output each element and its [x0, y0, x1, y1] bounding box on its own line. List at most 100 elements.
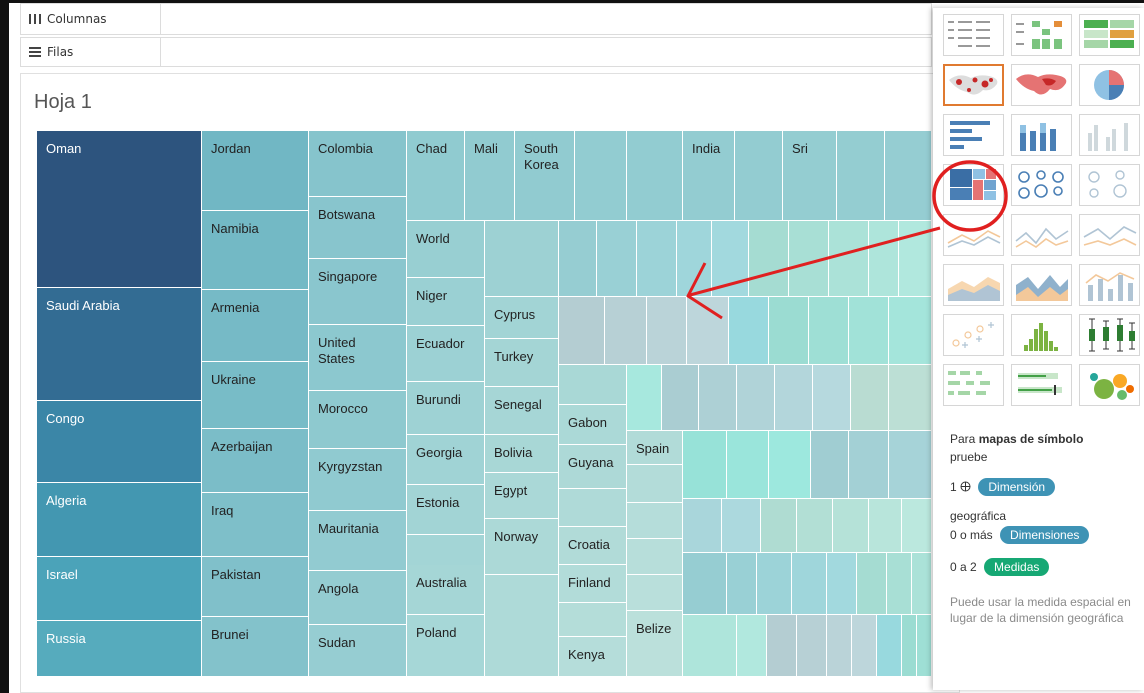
symbol-map-thumb[interactable]: [943, 64, 1004, 106]
treemap-cell[interactable]: [749, 221, 789, 297]
rows-shelf[interactable]: Filas: [20, 37, 932, 67]
treemap-cell[interactable]: [889, 365, 932, 431]
treemap-cell[interactable]: [769, 431, 811, 499]
histogram-thumb[interactable]: [1011, 314, 1072, 356]
treemap-cell[interactable]: [662, 365, 699, 431]
treemap-cell[interactable]: [852, 615, 877, 677]
treemap-cell[interactable]: [683, 615, 737, 677]
treemap-cell-singapore[interactable]: Singapore: [309, 259, 407, 325]
treemap-cell-turkey[interactable]: Turkey: [485, 339, 559, 387]
treemap-cell[interactable]: [889, 297, 932, 365]
treemap-cell-iraq[interactable]: Iraq: [202, 493, 309, 557]
treemap-cell[interactable]: [647, 297, 687, 365]
treemap-cell[interactable]: [829, 221, 869, 297]
treemap-cell[interactable]: [712, 221, 749, 297]
stacked-bars-thumb[interactable]: [1011, 114, 1072, 156]
treemap-cell-kyrgyzstan[interactable]: Kyrgyzstan: [309, 449, 407, 511]
discrete-lines-thumb[interactable]: [1011, 214, 1072, 256]
treemap-cell[interactable]: [813, 365, 851, 431]
treemap-cell-armenia[interactable]: Armenia: [202, 290, 309, 362]
treemap-cell-egypt[interactable]: Egypt: [485, 473, 559, 519]
treemap-cell[interactable]: [627, 465, 683, 503]
treemap-cell[interactable]: [727, 553, 757, 615]
treemap-cell-azerbaijan[interactable]: Azerbaijan: [202, 429, 309, 493]
treemap-cell[interactable]: [627, 539, 683, 575]
treemap-cell-us[interactable]: United States: [309, 325, 407, 391]
treemap-cell-senegal[interactable]: Senegal: [485, 387, 559, 435]
treemap-cell-mauritania[interactable]: Mauritania: [309, 511, 407, 571]
treemap-cell[interactable]: [849, 431, 889, 499]
treemap-cell-angola[interactable]: Angola: [309, 571, 407, 625]
scatter-plot-thumb[interactable]: [943, 314, 1004, 356]
treemap-cell[interactable]: [559, 297, 605, 365]
treemap-cell-algeria[interactable]: Algeria: [37, 483, 202, 557]
treemap-cell-guyana[interactable]: Guyana: [559, 445, 627, 489]
treemap-cell-gabon[interactable]: Gabon: [559, 405, 627, 445]
treemap-cell[interactable]: [869, 221, 899, 297]
treemap-cell[interactable]: [851, 365, 889, 431]
treemap-cell-chad[interactable]: Chad: [407, 131, 465, 221]
treemap-cell-australia[interactable]: Australia: [407, 565, 485, 615]
treemap-cell-sri[interactable]: Sri: [783, 131, 837, 221]
treemap-cell-colombia[interactable]: Colombia: [309, 131, 407, 197]
treemap-cell[interactable]: [857, 553, 887, 615]
treemap-cell[interactable]: [735, 131, 783, 221]
treemap-cell-congo[interactable]: Congo: [37, 401, 202, 483]
treemap-cell[interactable]: [727, 431, 769, 499]
dual-combination-thumb[interactable]: [1079, 264, 1140, 306]
columns-shelf[interactable]: Columnas: [20, 3, 932, 35]
treemap-cell-croatia[interactable]: Croatia: [559, 527, 627, 565]
treemap-cell[interactable]: [827, 553, 857, 615]
bullet-graph-thumb[interactable]: [1011, 364, 1072, 406]
treemap-thumb[interactable]: [943, 164, 1004, 206]
treemap-cell[interactable]: [827, 615, 852, 677]
treemap-cell[interactable]: [699, 365, 737, 431]
treemap-cell[interactable]: [485, 575, 559, 677]
treemap-cell[interactable]: [683, 553, 727, 615]
treemap-cell-sudan[interactable]: Sudan: [309, 625, 407, 677]
side-by-side-bars-thumb[interactable]: [1079, 114, 1140, 156]
treemap-cell[interactable]: [912, 553, 932, 615]
treemap-cell[interactable]: [917, 615, 932, 677]
treemap-cell[interactable]: [627, 131, 683, 221]
treemap-cell-oman[interactable]: Oman: [37, 131, 202, 288]
treemap-cell-russia[interactable]: Russia: [37, 621, 202, 677]
treemap-cell[interactable]: [729, 297, 769, 365]
text-table-thumb[interactable]: [943, 14, 1004, 56]
treemap-cell[interactable]: [887, 553, 912, 615]
treemap-cell[interactable]: [737, 365, 775, 431]
packed-bubbles-thumb[interactable]: [1079, 364, 1140, 406]
treemap-cell-poland[interactable]: Poland: [407, 615, 485, 677]
treemap-cell-burundi[interactable]: Burundi: [407, 382, 485, 435]
filled-map-thumb[interactable]: [1011, 64, 1072, 106]
treemap-cell-botswana[interactable]: Botswana: [309, 197, 407, 259]
treemap-cell[interactable]: [797, 615, 827, 677]
area-discrete-thumb[interactable]: [1011, 264, 1072, 306]
box-plot-thumb[interactable]: [1079, 314, 1140, 356]
treemap-cell[interactable]: [899, 221, 932, 297]
treemap-cell[interactable]: [637, 221, 677, 297]
treemap-cell[interactable]: [902, 615, 917, 677]
treemap-cell[interactable]: [597, 221, 637, 297]
treemap-cell[interactable]: [809, 297, 849, 365]
treemap-cell-kenya[interactable]: Kenya: [559, 637, 627, 677]
treemap-cell-cyprus[interactable]: Cyprus: [485, 297, 559, 339]
treemap-cell[interactable]: [687, 297, 729, 365]
pie-chart-thumb[interactable]: [1079, 64, 1140, 106]
treemap-cell[interactable]: [559, 489, 627, 527]
treemap-cell[interactable]: [797, 499, 833, 553]
treemap-cell[interactable]: [902, 499, 932, 553]
treemap-cell[interactable]: [575, 131, 627, 221]
treemap-cell[interactable]: [849, 297, 889, 365]
treemap-cell-pakistan[interactable]: Pakistan: [202, 557, 309, 617]
treemap-chart[interactable]: Oman Saudi Arabia Congo Algeria Israel Russia…: [37, 131, 932, 677]
treemap-cell[interactable]: [775, 365, 813, 431]
treemap-cell-jordan[interactable]: Jordan: [202, 131, 309, 211]
treemap-cell[interactable]: [677, 221, 712, 297]
treemap-cell[interactable]: [737, 615, 767, 677]
treemap-cell[interactable]: [811, 431, 849, 499]
treemap-cell[interactable]: [559, 365, 627, 405]
treemap-cell-world[interactable]: World: [407, 221, 485, 278]
treemap-cell[interactable]: [605, 297, 647, 365]
treemap-cell[interactable]: [627, 575, 683, 611]
